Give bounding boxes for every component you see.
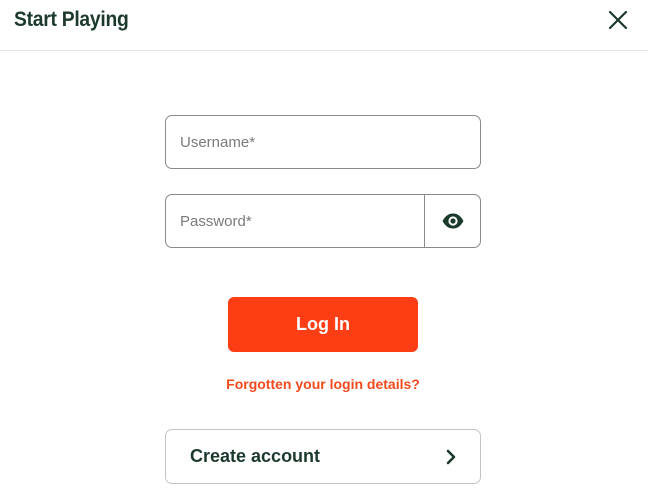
password-input[interactable] — [180, 195, 420, 247]
login-modal: Start Playing Log In Forgotten your logi… — [0, 0, 648, 500]
eye-icon — [442, 213, 463, 229]
show-password-button[interactable] — [424, 195, 480, 247]
forgot-login-link[interactable]: Forgotten your login details? — [165, 376, 481, 392]
modal-title: Start Playing — [14, 8, 129, 31]
username-field — [165, 115, 481, 169]
create-account-label: Create account — [190, 446, 321, 466]
close-icon — [608, 10, 628, 30]
close-button[interactable] — [604, 6, 632, 34]
password-field — [165, 194, 481, 248]
modal-header: Start Playing — [0, 0, 648, 51]
username-input[interactable] — [180, 116, 470, 168]
chevron-right-icon — [446, 449, 456, 465]
create-account-button[interactable]: Create account — [165, 429, 481, 484]
login-button[interactable]: Log In — [228, 297, 418, 352]
